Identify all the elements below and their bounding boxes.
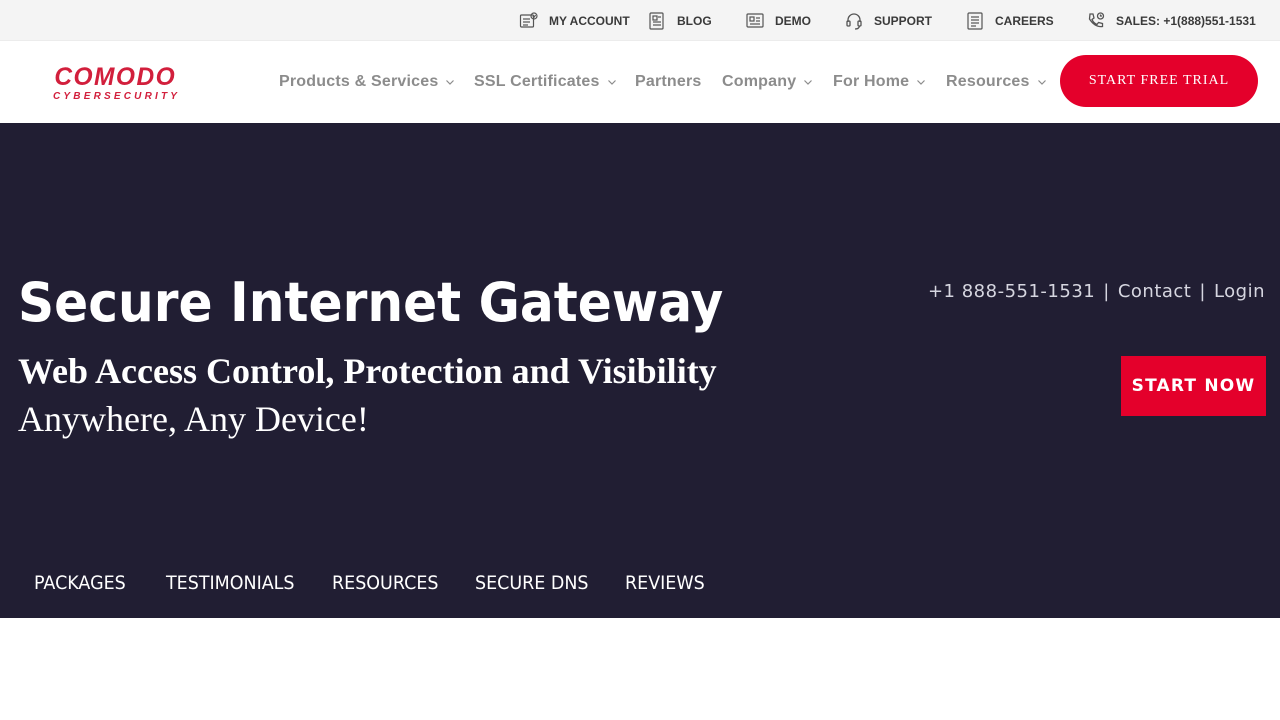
hero-subtitle: Web Access Control, Protection and Visib… — [18, 351, 717, 391]
nav-ssl-certificates[interactable]: SSL Certificates — [474, 41, 617, 123]
hero-section: Secure Internet Gateway Web Access Contr… — [0, 123, 1280, 618]
main-navigation: COMODO CYBERSECURITY Products & Services… — [0, 41, 1280, 123]
nav-label: For Home — [833, 73, 910, 90]
sales-phone-link[interactable]: SALES: +1(888)551-1531 — [1085, 0, 1256, 41]
nav-partners[interactable]: Partners — [635, 41, 702, 123]
my-account-link[interactable]: MY ACCOUNT — [518, 0, 630, 41]
chevron-down-icon — [803, 77, 813, 87]
nav-company[interactable]: Company — [722, 41, 813, 123]
hero-contact-bar: +1 888-551-1531 | Contact | Login — [928, 281, 1265, 302]
careers-label: CAREERS — [995, 13, 1054, 28]
nav-products-services[interactable]: Products & Services — [279, 41, 455, 123]
blog-icon — [646, 10, 668, 32]
demo-icon — [744, 10, 766, 32]
nav-for-home[interactable]: For Home — [833, 41, 926, 123]
start-free-trial-button[interactable]: START FREE TRIAL — [1060, 55, 1258, 107]
nav-label: Company — [722, 73, 797, 90]
my-account-label: MY ACCOUNT — [549, 13, 630, 28]
support-link[interactable]: SUPPORT — [843, 0, 932, 41]
comodo-logo[interactable]: COMODO CYBERSECURITY — [53, 64, 188, 104]
nav-label: Products & Services — [279, 73, 439, 90]
blog-link[interactable]: BLOG — [646, 0, 712, 41]
page-title: Secure Internet Gateway — [18, 271, 724, 334]
careers-link[interactable]: CAREERS — [964, 0, 1054, 41]
logo-tagline: CYBERSECURITY — [53, 91, 181, 102]
hero-tagline: Anywhere, Any Device! — [18, 399, 369, 439]
hero-phone-link[interactable]: +1 888-551-1531 — [928, 281, 1095, 302]
sales-phone-label: SALES: +1(888)551-1531 — [1116, 13, 1256, 28]
support-label: SUPPORT — [874, 13, 933, 28]
chevron-down-icon — [1037, 77, 1047, 87]
nav-label: Partners — [635, 73, 702, 90]
tab-testimonials[interactable]: TESTIMONIALS — [166, 558, 295, 608]
tab-secure-dns[interactable]: SECURE DNS — [475, 558, 589, 608]
contact-link[interactable]: Contact — [1118, 281, 1192, 302]
start-now-button[interactable]: START NOW — [1121, 356, 1266, 416]
demo-label: DEMO — [775, 13, 811, 28]
blog-label: BLOG — [677, 13, 712, 28]
account-icon — [518, 10, 540, 32]
headset-icon — [843, 10, 865, 32]
careers-icon — [964, 10, 986, 32]
nav-resources[interactable]: Resources — [946, 41, 1047, 123]
chevron-down-icon — [916, 77, 926, 87]
nav-label: SSL Certificates — [474, 73, 600, 90]
demo-link[interactable]: DEMO — [744, 0, 811, 41]
login-link[interactable]: Login — [1214, 281, 1265, 302]
nav-label: Resources — [946, 73, 1030, 90]
chevron-down-icon — [445, 77, 455, 87]
tab-packages[interactable]: PACKAGES — [34, 558, 126, 608]
phone-icon — [1085, 10, 1107, 32]
separator: | — [1199, 281, 1206, 302]
separator: | — [1103, 281, 1110, 302]
logo-wordmark: COMODO — [54, 63, 177, 91]
tab-resources[interactable]: RESOURCES — [332, 558, 438, 608]
tab-reviews[interactable]: REVIEWS — [625, 558, 705, 608]
chevron-down-icon — [607, 77, 617, 87]
top-utility-bar: MY ACCOUNT BLOG DEMO SUPPORT CAREERS SAL… — [0, 0, 1280, 41]
